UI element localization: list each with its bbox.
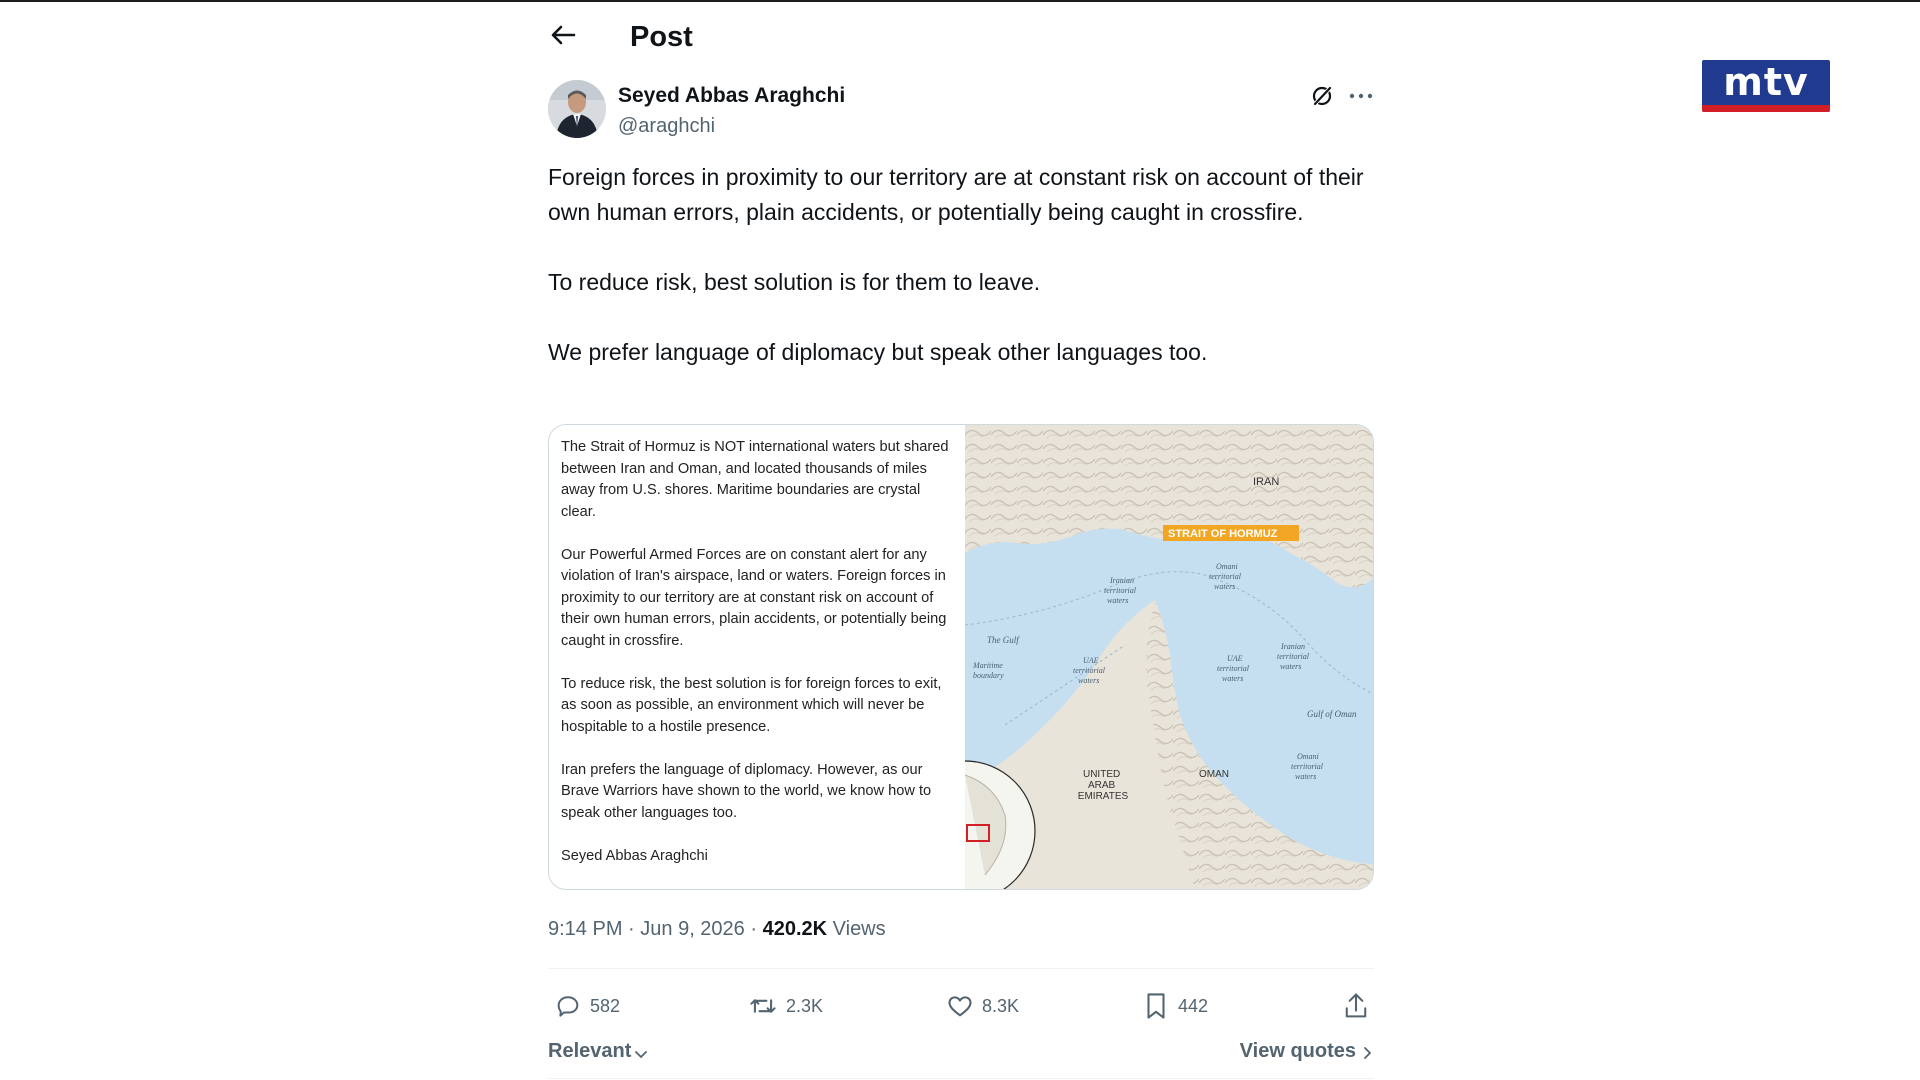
statement-text: The Strait of Hormuz is NOT internationa… bbox=[549, 425, 965, 889]
map-label-the-gulf: The Gulf bbox=[987, 635, 1020, 645]
statement-paragraph: Our Powerful Armed Forces are on constan… bbox=[561, 546, 947, 649]
like-icon bbox=[948, 996, 972, 1017]
author-handle[interactable]: @araghchi bbox=[618, 114, 715, 138]
map-label-iran: IRAN bbox=[1253, 476, 1279, 488]
statement-paragraph: To reduce risk, the best solution is for… bbox=[561, 675, 942, 735]
like-count: 8.3K bbox=[982, 995, 1020, 1016]
map-label-omani-waters-south: Omani bbox=[1297, 752, 1319, 761]
view-quotes-link[interactable]: View quotes bbox=[1240, 1040, 1374, 1063]
more-button[interactable] bbox=[1346, 82, 1376, 110]
back-arrow-icon bbox=[551, 25, 576, 45]
post-text: Foreign forces in proximity to our terri… bbox=[548, 160, 1374, 370]
post-date[interactable]: Jun 9, 2026 bbox=[640, 918, 745, 940]
post-paragraph: Foreign forces in proximity to our terri… bbox=[548, 164, 1364, 225]
mtv-logo: mtv bbox=[1702, 60, 1830, 112]
bookmark-count: 442 bbox=[1178, 995, 1209, 1016]
map-label-iranian-waters-east: Iranian bbox=[1280, 642, 1305, 651]
post-image[interactable]: The Strait of Hormuz is NOT internationa… bbox=[548, 424, 1374, 890]
map-label-uae-waters-east: UAE bbox=[1227, 654, 1243, 663]
map-label-uae-waters: UAE bbox=[1083, 656, 1099, 665]
statement-paragraph: The Strait of Hormuz is NOT internationa… bbox=[561, 439, 949, 520]
post-time[interactable]: 9:14 PM bbox=[548, 918, 622, 940]
statement-signature: Seyed Abbas Araghchi bbox=[561, 847, 708, 864]
divider bbox=[548, 968, 1374, 969]
more-icon bbox=[1349, 93, 1373, 99]
chevron-right-icon bbox=[1364, 1047, 1371, 1059]
post-meta: 9:14 PM · Jun 9, 2026 · 420.2K Views bbox=[548, 918, 886, 940]
header: Post bbox=[548, 16, 1374, 62]
sort-dropdown[interactable]: Relevant bbox=[548, 1040, 649, 1063]
reply-icon bbox=[557, 996, 579, 1017]
bookmark-icon bbox=[1147, 993, 1165, 1019]
back-button[interactable] bbox=[548, 20, 578, 50]
map-label-maritime-boundary: Maritime bbox=[972, 661, 1003, 670]
map-label-uae: UNITED bbox=[1083, 769, 1120, 780]
repost-button[interactable]: 2.3K bbox=[748, 986, 823, 1026]
page-title: Post bbox=[630, 21, 693, 53]
map-label-gulf-of-oman: Gulf of Oman bbox=[1307, 709, 1357, 719]
reply-button[interactable]: 582 bbox=[554, 986, 620, 1026]
repost-icon bbox=[750, 999, 776, 1013]
bookmark-button[interactable]: 442 bbox=[1142, 986, 1208, 1026]
post-paragraph: We prefer language of diplomacy but spea… bbox=[548, 339, 1208, 365]
chevron-down-icon bbox=[635, 1050, 648, 1058]
grok-icon bbox=[1312, 85, 1333, 107]
share-icon bbox=[1345, 993, 1367, 1018]
post-column: Post Seyed Abbas Araghchi @araghchi Fore… bbox=[548, 0, 1374, 1080]
share-button[interactable] bbox=[1342, 986, 1370, 1026]
author-name[interactable]: Seyed Abbas Araghchi bbox=[618, 84, 845, 108]
strait-of-hormuz-map: IRAN STRAIT OF HORMUZ Iranian territoria… bbox=[965, 425, 1373, 889]
sort-label: Relevant bbox=[548, 1040, 632, 1062]
map-label-strait: STRAIT OF HORMUZ bbox=[1168, 528, 1278, 540]
map-label-iranian-waters: Iranian bbox=[1109, 576, 1134, 585]
map-label-oman: OMAN bbox=[1199, 769, 1229, 780]
post-paragraph: To reduce risk, best solution is for the… bbox=[548, 269, 1041, 295]
svg-text:Maritime boundary: Maritime boundary bbox=[972, 661, 1005, 680]
avatar[interactable] bbox=[548, 80, 606, 138]
view-quotes-label: View quotes bbox=[1239, 1040, 1356, 1062]
map-label-omani-waters: Omani bbox=[1216, 562, 1238, 571]
like-button[interactable]: 8.3K bbox=[946, 986, 1019, 1026]
views-label: Views bbox=[832, 918, 886, 940]
statement-paragraph: Iran prefers the language of diplomacy. … bbox=[561, 761, 932, 821]
reply-count: 582 bbox=[590, 995, 621, 1016]
repost-count: 2.3K bbox=[786, 995, 824, 1016]
divider bbox=[548, 1078, 1374, 1079]
action-bar: 582 2.3K 8.3K 442 bbox=[548, 986, 1374, 1026]
views-count: 420.2K bbox=[762, 918, 828, 940]
grok-button[interactable] bbox=[1308, 82, 1336, 110]
